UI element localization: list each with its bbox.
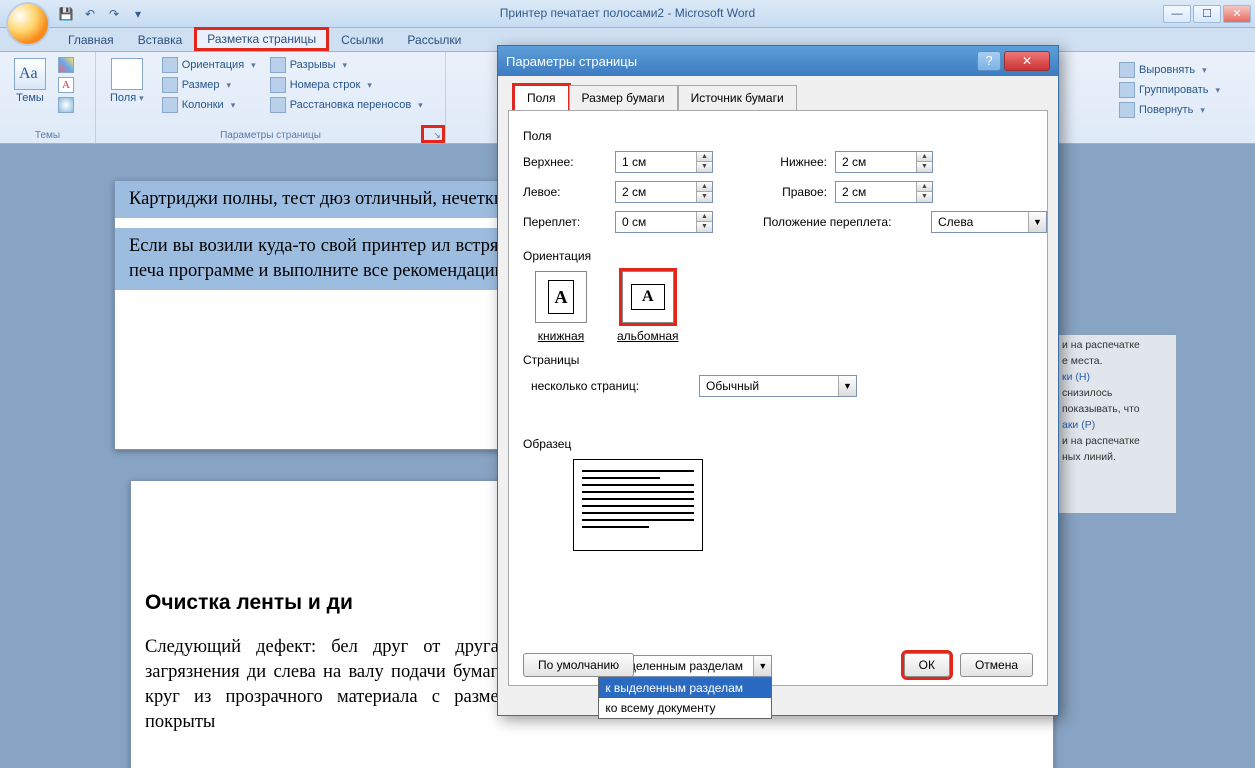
- minimize-button[interactable]: —: [1163, 5, 1191, 23]
- page-setup-dialog: Параметры страницы ? ✕ Поля Размер бумаг…: [497, 45, 1059, 716]
- preview-group-label: Образец: [523, 437, 1033, 451]
- theme-effects-button[interactable]: [56, 96, 76, 114]
- dialog-tabs: Поля Размер бумаги Источник бумаги: [498, 76, 1058, 110]
- top-margin-input[interactable]: ▲▼: [615, 151, 713, 173]
- preview-thumbnail: [573, 459, 703, 551]
- left-margin-label: Левое:: [523, 185, 607, 199]
- dialog-body: Поля Верхнее: ▲▼ Левое: ▲▼ Переплет: ▲▼ …: [508, 110, 1048, 686]
- left-margin-input[interactable]: ▲▼: [615, 181, 713, 203]
- default-button[interactable]: По умолчанию: [523, 653, 634, 677]
- orientation-button[interactable]: Ориентация: [160, 56, 258, 74]
- ribbon-arrange-group: Выровнять Группировать Повернуть: [1119, 60, 1249, 120]
- tab-home[interactable]: Главная: [56, 29, 126, 51]
- dialog-help-button[interactable]: ?: [977, 51, 1001, 71]
- dialog-launcher-highlight: [421, 125, 445, 143]
- margins-group-label: Поля: [523, 129, 1033, 143]
- close-window-button[interactable]: ✕: [1223, 5, 1251, 23]
- multipage-label: несколько страниц:: [531, 379, 691, 393]
- align-button[interactable]: Выровнять: [1119, 60, 1249, 80]
- bottom-margin-input[interactable]: ▲▼: [835, 151, 933, 173]
- dialog-tab-paper[interactable]: Размер бумаги: [569, 85, 678, 111]
- top-margin-label: Верхнее:: [523, 155, 607, 169]
- dialog-tab-margins[interactable]: Поля: [514, 85, 569, 111]
- orientation-landscape[interactable]: A альбомная: [617, 271, 679, 343]
- size-button[interactable]: Размер: [160, 76, 258, 94]
- bottom-margin-label: Нижнее:: [763, 155, 827, 169]
- tab-mailings[interactable]: Рассылки: [395, 29, 473, 51]
- gutter-input[interactable]: ▲▼: [615, 211, 713, 233]
- dialog-titlebar[interactable]: Параметры страницы ? ✕: [498, 46, 1058, 76]
- save-icon[interactable]: 💾: [56, 4, 76, 24]
- theme-colors-button[interactable]: [56, 56, 76, 74]
- office-button[interactable]: [6, 2, 50, 46]
- tab-insert[interactable]: Вставка: [126, 29, 195, 51]
- hyphenation-button[interactable]: Расстановка переносов: [268, 96, 425, 114]
- window-title: Принтер печатает полосами2 - Microsoft W…: [0, 6, 1255, 20]
- pages-group-label: Страницы: [523, 353, 1033, 367]
- redo-icon[interactable]: ↷: [104, 4, 124, 24]
- apply-to-dropdown-list: к выделенным разделам ко всему документу: [598, 677, 772, 719]
- gutter-pos-combo[interactable]: Слева▼: [931, 211, 1047, 233]
- obscured-sidebar: и на распечатке е места. ки (Н) снизилос…: [1057, 334, 1177, 514]
- maximize-button[interactable]: ☐: [1193, 5, 1221, 23]
- dialog-tab-source[interactable]: Источник бумаги: [678, 85, 797, 111]
- tab-references[interactable]: Ссылки: [329, 29, 395, 51]
- gutter-label: Переплет:: [523, 215, 607, 229]
- undo-icon[interactable]: ↶: [80, 4, 100, 24]
- line-numbers-button[interactable]: Номера строк: [268, 76, 425, 94]
- apply-option-selected-sections[interactable]: к выделенным разделам: [599, 678, 771, 698]
- titlebar: 💾 ↶ ↷ ▾ Принтер печатает полосами2 - Mic…: [0, 0, 1255, 28]
- theme-fonts-button[interactable]: A: [56, 76, 76, 94]
- margins-button[interactable]: Поля: [104, 56, 150, 114]
- dialog-close-button[interactable]: ✕: [1004, 51, 1050, 71]
- multipage-combo[interactable]: Обычный▼: [699, 375, 857, 397]
- quick-access-toolbar: 💾 ↶ ↷ ▾: [56, 0, 148, 27]
- themes-button[interactable]: Aa Темы: [8, 56, 52, 114]
- group-button[interactable]: Группировать: [1119, 80, 1249, 100]
- gutter-pos-label: Положение переплета:: [763, 215, 923, 229]
- orientation-group-label: Ориентация: [523, 249, 1033, 263]
- ok-button[interactable]: ОК: [904, 653, 950, 677]
- breaks-button[interactable]: Разрывы: [268, 56, 425, 74]
- apply-option-whole-document[interactable]: ко всему документу: [599, 698, 771, 718]
- right-margin-input[interactable]: ▲▼: [835, 181, 933, 203]
- cancel-button[interactable]: Отмена: [960, 653, 1033, 677]
- rotate-button[interactable]: Повернуть: [1119, 100, 1249, 120]
- dialog-title: Параметры страницы: [506, 54, 637, 69]
- tab-page-layout[interactable]: Разметка страницы: [194, 27, 329, 51]
- right-margin-label: Правое:: [763, 185, 827, 199]
- columns-button[interactable]: Колонки: [160, 96, 258, 114]
- orientation-portrait[interactable]: A книжная: [535, 271, 587, 343]
- qat-customize-icon[interactable]: ▾: [128, 4, 148, 24]
